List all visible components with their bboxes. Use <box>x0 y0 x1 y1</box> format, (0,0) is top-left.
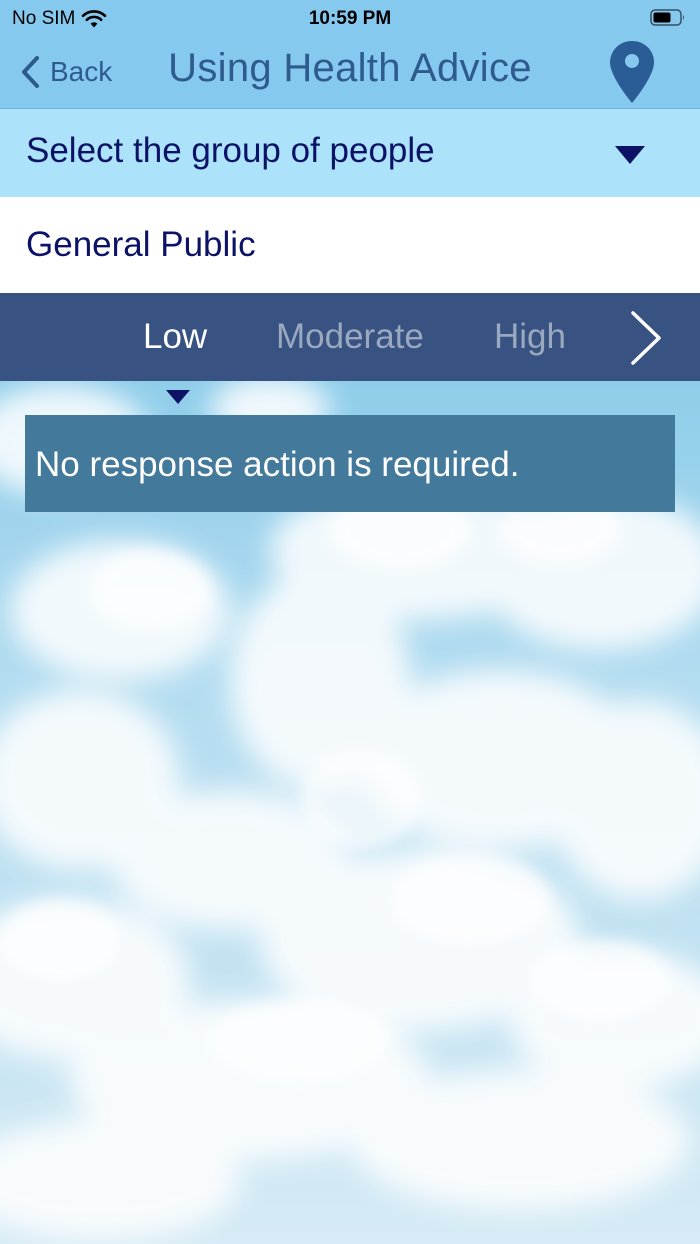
advice-text: No response action is required. <box>35 445 520 484</box>
tab-moderate[interactable]: Moderate <box>276 317 424 357</box>
nav-header: Back Using Health Advice <box>0 36 700 108</box>
active-tab-indicator <box>166 390 190 404</box>
dropdown-arrow-icon[interactable] <box>614 145 646 165</box>
status-time: 10:59 PM <box>308 8 392 29</box>
selected-group-value: General Public <box>26 225 256 264</box>
selected-group: General Public <box>0 197 700 293</box>
tab-high[interactable]: High <box>494 317 566 357</box>
map-pin-icon[interactable] <box>608 39 656 105</box>
group-selector-label: Select the group of people <box>26 131 435 170</box>
advice-panel: No response action is required. <box>25 415 675 512</box>
page-title: Using Health Advice <box>168 46 532 90</box>
navigation-bar: No SIM 10:59 PM Back Using Health Advice <box>0 0 700 109</box>
chevron-right-icon[interactable] <box>626 309 666 367</box>
group-selector[interactable]: Select the group of people <box>0 109 700 197</box>
battery-icon <box>650 9 684 26</box>
status-bar: No SIM 10:59 PM <box>0 0 700 36</box>
risk-level-tabs: Low Moderate High <box>0 293 700 381</box>
tab-low[interactable]: Low <box>143 317 207 357</box>
